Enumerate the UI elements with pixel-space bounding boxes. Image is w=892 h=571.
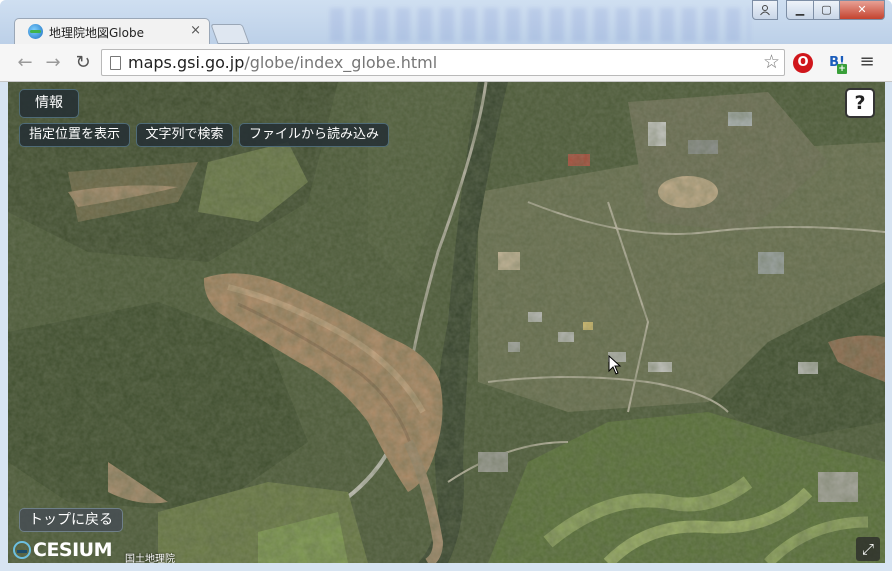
page-icon bbox=[110, 56, 121, 70]
back-to-top-button[interactable]: トップに戻る bbox=[19, 508, 123, 532]
address-bar[interactable]: maps.gsi.go.jp/globe/index_globe.html ☆ bbox=[101, 49, 785, 76]
background-window-blur bbox=[330, 8, 750, 42]
back-arrow-icon[interactable]: ← bbox=[14, 52, 36, 74]
show-location-button[interactable]: 指定位置を表示 bbox=[19, 123, 130, 147]
title-bar: 地理院地図Globe × ▁ ▢ ✕ bbox=[0, 0, 892, 44]
star-icon[interactable]: ☆ bbox=[763, 51, 780, 73]
cesium-logo-text: CESIUM bbox=[33, 539, 113, 561]
tab-title: 地理院地図Globe bbox=[49, 26, 144, 40]
close-window-button[interactable]: ✕ bbox=[839, 0, 885, 20]
fullscreen-icon[interactable]: ⤢ bbox=[856, 537, 880, 561]
forward-arrow-icon[interactable]: → bbox=[42, 52, 64, 74]
globe-favicon-icon bbox=[28, 24, 43, 39]
url-text[interactable]: maps.gsi.go.jp/globe/index_globe.html bbox=[128, 53, 437, 72]
hatena-bookmark-icon[interactable]: B! + bbox=[827, 53, 847, 74]
info-button[interactable]: 情報 bbox=[19, 89, 79, 118]
plus-badge-icon: + bbox=[837, 64, 847, 74]
help-button[interactable]: ? bbox=[845, 88, 875, 118]
cesium-logo[interactable]: CESIUM bbox=[13, 539, 113, 561]
user-profile-icon[interactable] bbox=[752, 0, 778, 20]
tab-close-icon[interactable]: × bbox=[190, 23, 201, 38]
satellite-imagery bbox=[8, 82, 885, 563]
load-file-button[interactable]: ファイルから読み込み bbox=[239, 123, 389, 147]
menu-icon[interactable]: ≡ bbox=[858, 53, 876, 72]
maximize-button[interactable]: ▢ bbox=[813, 0, 840, 20]
browser-tab-active[interactable]: 地理院地図Globe × bbox=[14, 18, 210, 44]
url-path: /globe/index_globe.html bbox=[244, 53, 438, 72]
new-tab-button[interactable] bbox=[210, 24, 250, 44]
minimize-button[interactable]: ▁ bbox=[786, 0, 814, 20]
opera-extension-icon[interactable]: O bbox=[793, 53, 813, 73]
text-search-button[interactable]: 文字列で検索 bbox=[136, 123, 233, 147]
browser-window: 地理院地図Globe × ▁ ▢ ✕ ← → ↻ maps.gsi.go.jp/… bbox=[0, 0, 892, 571]
browser-toolbar: ← → ↻ maps.gsi.go.jp/globe/index_globe.h… bbox=[0, 44, 892, 82]
globe-map-view[interactable]: 情報 指定位置を表示 文字列で検索 ファイルから読み込み ? トップに戻る ⤢ … bbox=[8, 82, 885, 563]
reload-icon[interactable]: ↻ bbox=[72, 52, 94, 74]
cesium-ring-icon bbox=[13, 541, 31, 559]
map-attribution[interactable]: 国土地理院 bbox=[125, 550, 175, 563]
url-host: maps.gsi.go.jp bbox=[128, 53, 245, 72]
